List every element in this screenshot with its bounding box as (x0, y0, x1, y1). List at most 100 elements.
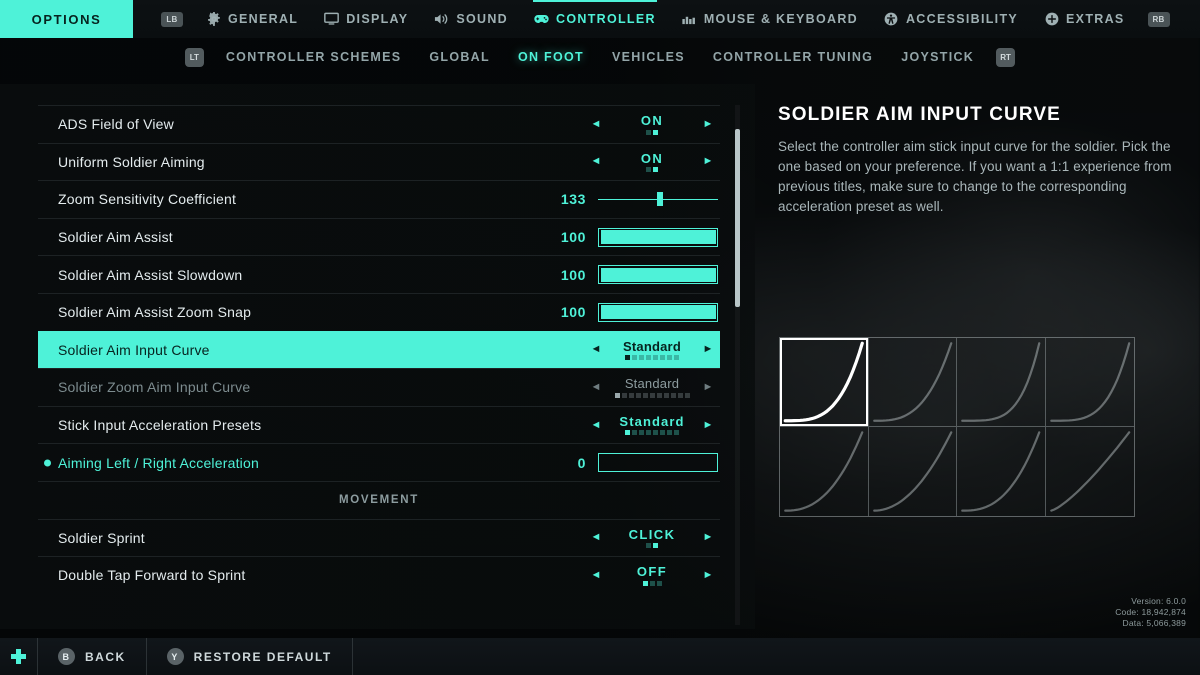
option-pip (639, 430, 644, 436)
hint-back-button[interactable]: B BACK (38, 638, 147, 675)
top-nav-item-general[interactable]: GENERAL (193, 0, 311, 38)
curve-thumbnail-6[interactable] (869, 427, 957, 516)
setting-row-ads-field-of-view[interactable]: ADS Field of View ◄ ON ► (38, 105, 720, 143)
top-nav-item-display[interactable]: DISPLAY (311, 0, 421, 38)
setting-row-soldier-aim-assist-zoom-snap[interactable]: Soldier Aim Assist Zoom Snap 100 (38, 292, 720, 331)
arrow-right-icon[interactable]: ► (698, 419, 718, 431)
curve-thumbnail-2[interactable] (868, 338, 957, 427)
option-pip (649, 580, 655, 586)
option-pip (646, 430, 651, 436)
sub-nav-item-vehicles[interactable]: VEHICLES (598, 50, 699, 64)
section-header-movement: MOVEMENT (38, 480, 720, 519)
setting-row-uniform-soldier-aiming[interactable]: Uniform Soldier Aiming ◄ ON ► (38, 142, 720, 181)
setting-value-number: 133 (560, 191, 586, 208)
setting-row-double-tap-forward-to-sprint[interactable]: Double Tap Forward to Sprint ◄ OFF ► (38, 556, 720, 594)
sub-nav-item-on-foot[interactable]: ON FOOT (504, 50, 598, 64)
top-nav-item-mouse-keyboard[interactable]: MOUSE & KEYBOARD (669, 0, 871, 38)
setting-row-soldier-sprint[interactable]: Soldier Sprint ◄ CLICK ► (38, 518, 720, 557)
setting-row-soldier-zoom-aim-input-curve[interactable]: Soldier Zoom Aim Input Curve ◄ Standard ► (38, 368, 720, 406)
arrow-left-icon[interactable]: ◄ (586, 156, 606, 167)
setting-value-number: 0 (577, 454, 586, 471)
arrow-left-icon[interactable]: ◄ (586, 381, 606, 393)
arrow-left-icon[interactable]: ◄ (586, 419, 606, 431)
option-selector: ◄ Standard ► (586, 415, 718, 436)
option-pip (646, 543, 651, 549)
setting-label: Soldier Aim Assist (58, 229, 173, 246)
option-value-group: OFF (606, 565, 698, 586)
setting-row-soldier-aim-assist[interactable]: Soldier Aim Assist 100 (38, 217, 720, 256)
top-nav-item-label: DISPLAY (346, 12, 409, 26)
settings-scrollbar[interactable] (735, 105, 740, 625)
option-position-pips (614, 392, 690, 398)
modified-indicator-dot (44, 459, 51, 467)
setting-label: Soldier Aim Input Curve (58, 341, 210, 358)
value-bar-meter[interactable] (598, 265, 718, 285)
curve-thumbnail-4[interactable] (1045, 338, 1134, 427)
setting-row-zoom-sensitivity-coefficient[interactable]: Zoom Sensitivity Coefficient 133 (38, 180, 720, 218)
curve-thumbnail-3[interactable] (957, 338, 1046, 427)
option-pip (621, 392, 627, 398)
top-nav-item-label: SOUND (456, 12, 509, 26)
left-trigger-badge: LT (184, 47, 204, 67)
setting-label: Aiming Left / Right Acceleration (58, 454, 259, 471)
option-pip (628, 392, 634, 398)
value-bar-meter[interactable] (598, 302, 718, 322)
setting-row-stick-input-acceleration-presets[interactable]: Stick Input Acceleration Presets ◄ Standar… (38, 405, 720, 444)
arrow-right-icon[interactable]: ► (698, 118, 718, 130)
top-nav-item-label: GENERAL (228, 12, 299, 26)
option-value: ON (640, 112, 664, 128)
plus-circle-icon (1044, 12, 1059, 27)
arrow-right-icon[interactable]: ► (698, 156, 718, 167)
option-pip (667, 355, 672, 361)
option-value: CLICK (628, 526, 676, 542)
sub-nav-item-controller-tuning[interactable]: CONTROLLER TUNING (699, 50, 887, 64)
info-panel: SOLDIER AIM INPUT CURVE Select the contr… (778, 104, 1178, 217)
setting-value-number: 100 (560, 266, 586, 283)
hint-restore-default-button[interactable]: Y RESTORE DEFAULT (147, 638, 353, 675)
setting-label: Zoom Sensitivity Coefficient (58, 191, 237, 208)
slider-knob[interactable] (657, 192, 664, 207)
option-pip (649, 392, 655, 398)
info-description: Select the controller aim stick input cu… (778, 139, 1172, 214)
sub-nav-item-controller-schemes[interactable]: CONTROLLER SCHEMES (212, 50, 416, 64)
top-nav-item-controller[interactable]: CONTROLLER (521, 0, 669, 38)
curve-thumbnail-8[interactable] (1046, 427, 1135, 516)
setting-row-aiming-left-right-acceleration[interactable]: Aiming Left / Right Acceleration 0 (38, 443, 720, 481)
arrow-left-icon[interactable]: ◄ (586, 344, 606, 355)
option-value: Standard (623, 338, 681, 354)
value-bar-fill (600, 230, 716, 245)
option-selector: ◄ CLICK ► (586, 526, 718, 549)
top-nav-item-sound[interactable]: SOUND (421, 0, 521, 38)
option-pip (670, 392, 676, 398)
top-nav-item-label: EXTRAS (1066, 12, 1125, 26)
curve-thumbnail-7[interactable] (957, 427, 1046, 516)
setting-label: Double Tap Forward to Sprint (58, 567, 246, 584)
scrollbar-thumb[interactable] (735, 129, 740, 307)
arrow-right-icon[interactable]: ► (698, 532, 718, 543)
top-nav-item-label: CONTROLLER (556, 12, 656, 26)
settings-rows: ADS Field of View ◄ ON ► Uniform Soldier Aim… (38, 105, 720, 594)
top-nav-item-extras[interactable]: EXTRAS (1031, 0, 1138, 38)
arrow-right-icon[interactable]: ► (698, 381, 718, 393)
top-nav-item-accessibility[interactable]: ACCESSIBILITY (871, 0, 1031, 38)
value-bar-meter[interactable] (598, 453, 718, 473)
arrow-left-icon[interactable]: ◄ (586, 569, 606, 581)
option-value-group: Standard (606, 415, 698, 436)
sub-nav-item-joystick[interactable]: JOYSTICK (887, 50, 988, 64)
setting-row-soldier-aim-assist-slowdown[interactable]: Soldier Aim Assist Slowdown 100 (38, 255, 720, 293)
value-slider[interactable] (598, 191, 718, 207)
arrow-right-icon[interactable]: ► (698, 344, 718, 355)
arrow-right-icon[interactable]: ► (698, 569, 718, 581)
setting-row-soldier-aim-input-curve[interactable]: Soldier Aim Input Curve ◄ Standard ► (38, 330, 720, 369)
arrow-left-icon[interactable]: ◄ (586, 118, 606, 130)
option-pip (656, 392, 662, 398)
top-nav-item-label: ACCESSIBILITY (905, 12, 1019, 26)
curve-thumbnail-1[interactable] (780, 338, 869, 427)
sub-nav-item-global[interactable]: GLOBAL (415, 50, 504, 64)
arrow-left-icon[interactable]: ◄ (586, 532, 606, 543)
curve-thumbnail-5[interactable] (780, 427, 869, 516)
option-pip (625, 355, 630, 361)
dpad-icon (0, 638, 38, 675)
value-bar-meter[interactable] (598, 227, 718, 247)
top-nav-items: LB GENERAL DISPLAY SOUND CONTROLLER MOUSE & … (133, 0, 1200, 38)
